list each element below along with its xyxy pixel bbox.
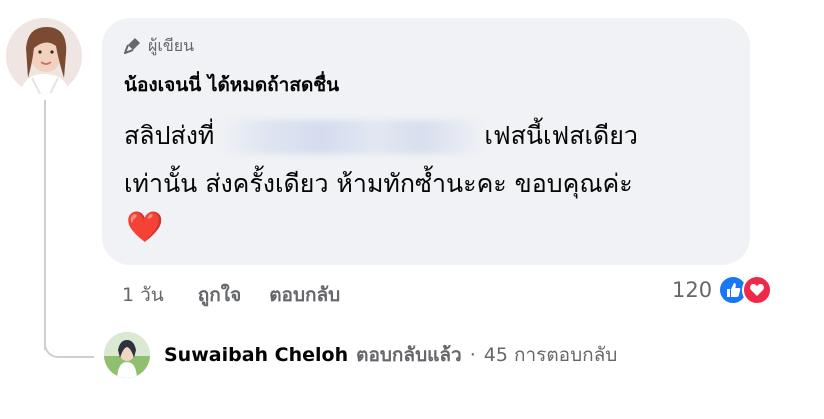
commenter-avatar-image — [6, 18, 82, 94]
comment-actions: 1 วัน ถูกใจ ตอบกลับ — [122, 280, 368, 310]
replier-name: Suwaibah Cheloh — [164, 344, 349, 366]
thread-connector-line — [44, 100, 46, 350]
reply-count: 45 การตอบกลับ — [483, 344, 618, 366]
microphone-icon — [123, 36, 142, 58]
comment-text-before-blur: สลิปส่งที่ — [124, 121, 215, 150]
reply-button[interactable]: ตอบกลับ — [269, 280, 340, 310]
comment-bubble: ผู้เขียน น้องเจนนี่ ได้หมดถ้าสดชื่น สลิป… — [102, 18, 750, 265]
replies-summary[interactable]: Suwaibah Cheloh ตอบกลับแล้ว · 45 การตอบก… — [104, 332, 617, 378]
blurred-region — [218, 120, 481, 154]
heart-emoji: ❤️ — [126, 210, 164, 245]
thread-connector-curve — [44, 338, 94, 358]
replier-avatar-image — [104, 332, 150, 378]
author-badge: ผู้เขียน — [123, 34, 195, 59]
comment-timestamp[interactable]: 1 วัน — [122, 280, 164, 310]
author-badge-label: ผู้เขียน — [148, 36, 195, 55]
comment-line-1: สลิปส่งที่ เฟสนี้เฟสเดียว — [124, 112, 734, 160]
reaction-count: 120 — [672, 278, 713, 302]
reply-verb: ตอบกลับแล้ว — [356, 344, 462, 366]
replier-avatar — [104, 332, 150, 378]
comment-text-after-blur: เฟสนี้เฟสเดียว — [484, 121, 638, 150]
comment-text: สลิปส่งที่ เฟสนี้เฟสเดียว เท่านั้น ส่งครั… — [124, 112, 734, 208]
heart-icon — [742, 275, 773, 305]
separator-dot: · — [469, 344, 476, 366]
like-button[interactable]: ถูกใจ — [198, 280, 241, 310]
comment-line-2: เท่านั้น ส่งครั้งเดียว ห้ามทักซ้ำนะคะ ขอ… — [124, 169, 633, 198]
commenter-avatar[interactable] — [6, 18, 82, 94]
commenter-name[interactable]: น้องเจนนี่ ได้หมดถ้าสดชื่น — [124, 70, 339, 100]
reaction-summary[interactable]: 120 — [672, 275, 773, 305]
